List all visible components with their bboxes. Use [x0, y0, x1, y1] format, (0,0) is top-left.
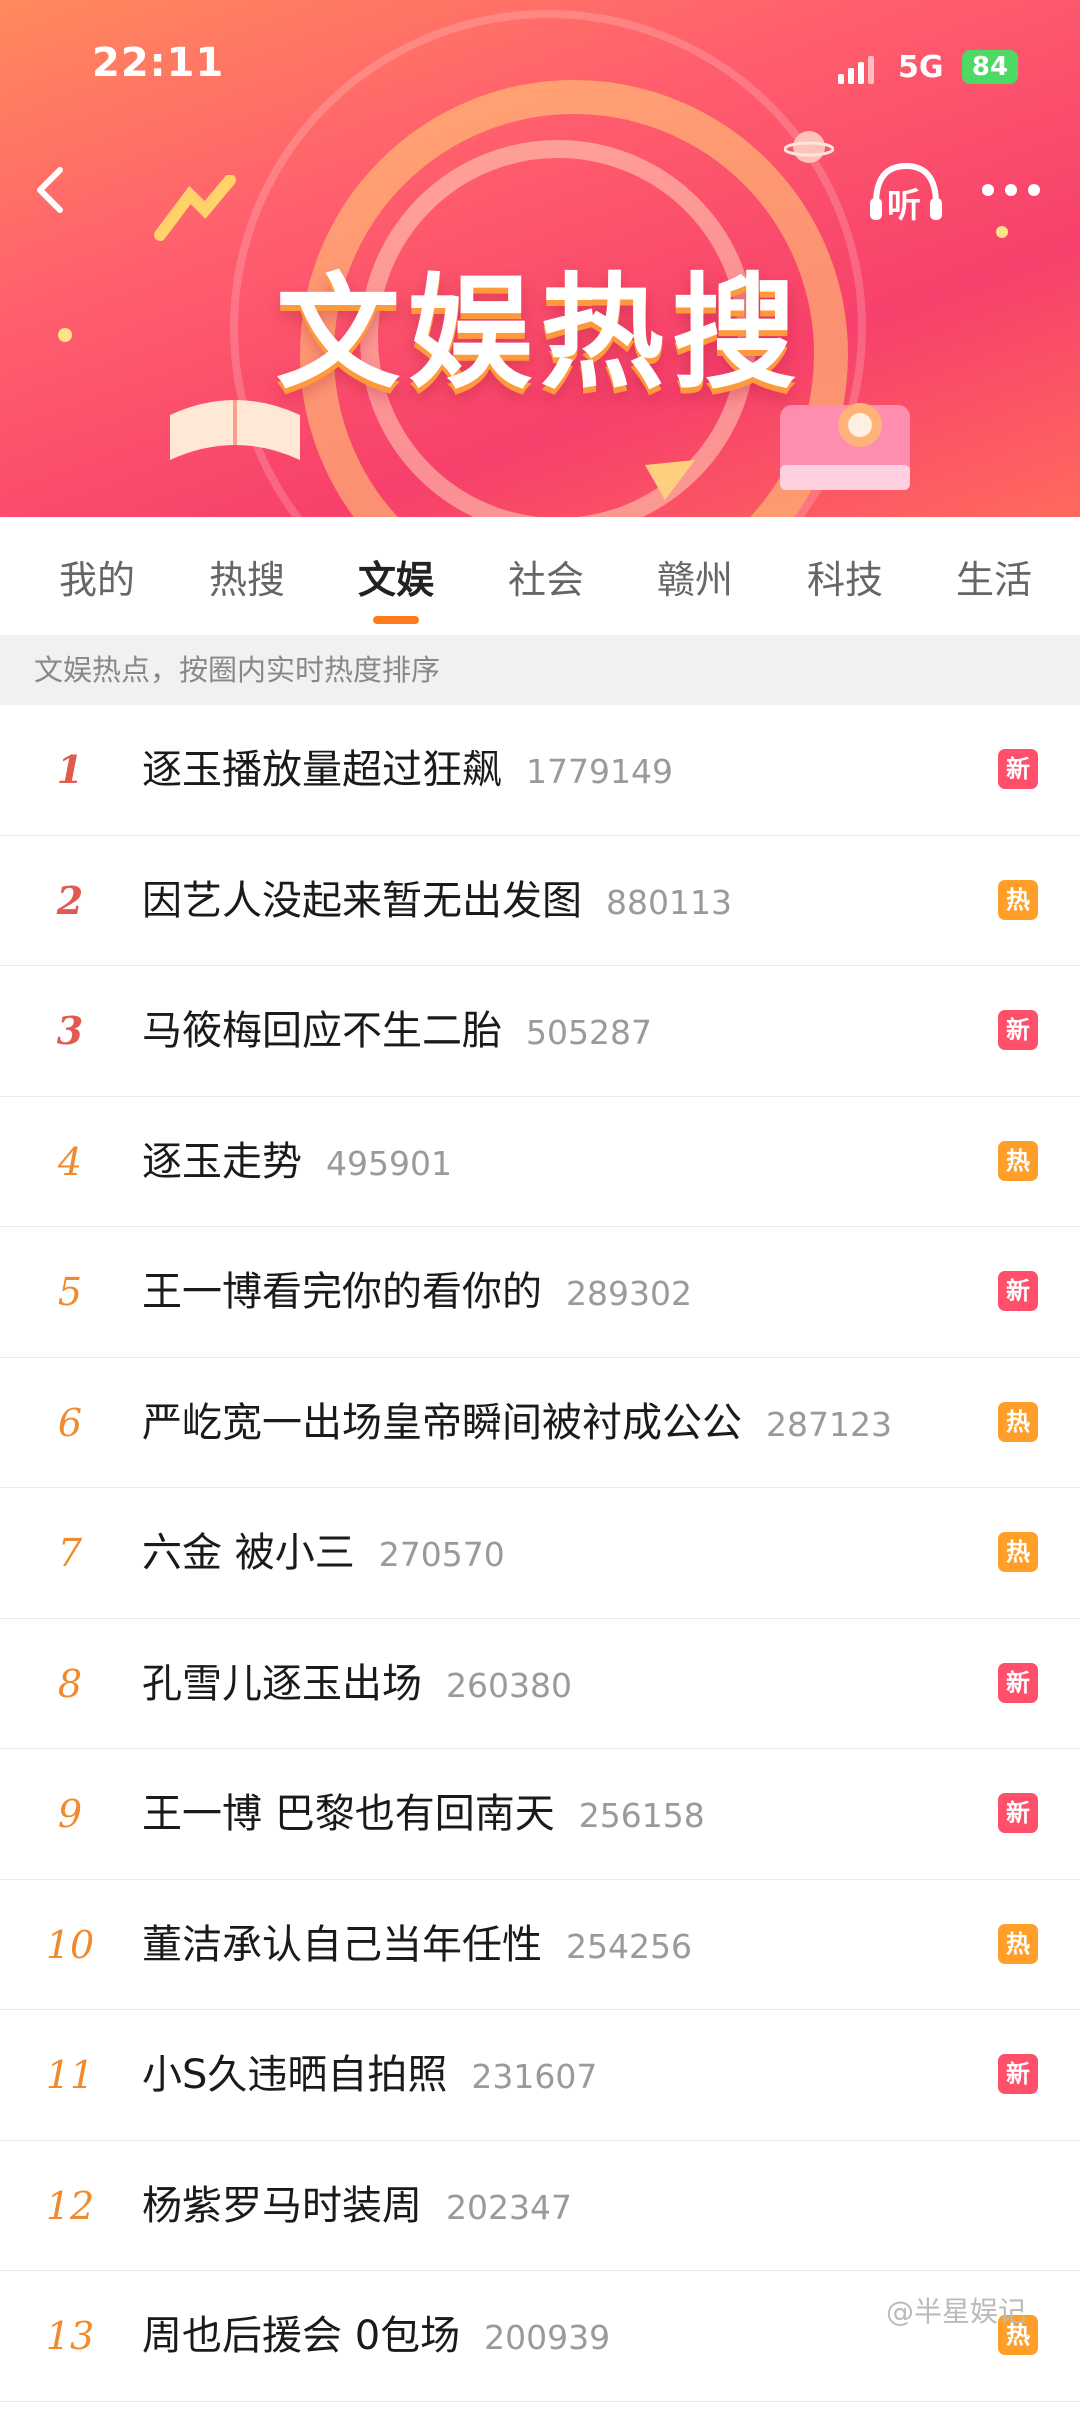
active-tab-indicator	[373, 616, 419, 624]
listen-label: 听	[887, 186, 921, 226]
list-item[interactable]: 11 小S久违晒自拍照 231607 新	[0, 2010, 1080, 2141]
more-dot-icon	[1028, 184, 1040, 196]
item-title: 严屹宽一出场皇帝瞬间被衬成公公	[142, 1399, 742, 1446]
heat-count: 256158	[578, 1796, 705, 1835]
heat-count: 505287	[526, 1013, 652, 1052]
rank-number: 12	[45, 2183, 95, 2228]
heat-count: 254256	[566, 1926, 692, 1966]
more-dot-icon	[1005, 184, 1017, 196]
list-item[interactable]: 7 六金 被小三 270570 热	[0, 1488, 1080, 1619]
rank-number: 3	[56, 1008, 84, 1053]
rank-number: 8	[57, 1661, 83, 1706]
listen-button[interactable]: 听	[866, 158, 946, 226]
battery-icon: 84	[962, 50, 1018, 84]
signal-icon	[838, 56, 874, 84]
more-dot-icon	[982, 184, 994, 196]
chevron-left-icon	[37, 167, 63, 213]
tab-hot-search[interactable]: 热搜	[192, 549, 302, 604]
new-badge: 新	[998, 1271, 1038, 1311]
status-bar: 22:11 5G 84	[0, 0, 1080, 130]
heat-count: 287123	[766, 1404, 892, 1444]
new-badge: 新	[998, 1010, 1038, 1050]
tab-ganzhou[interactable]: 赣州	[640, 549, 750, 604]
triangle-decoration	[645, 460, 695, 500]
heat-count: 260380	[446, 1665, 572, 1705]
item-title: 孔雪儿逐玉出场	[142, 1660, 422, 1707]
network-label: 5G	[898, 50, 944, 85]
tab-life[interactable]: 生活	[939, 549, 1049, 604]
hot-badge: 热	[998, 879, 1038, 920]
hot-badge: 热	[998, 1532, 1038, 1572]
list-item[interactable]: 12 杨紫罗马时装周 202347	[0, 2141, 1080, 2271]
heat-count: 200939	[484, 2318, 611, 2357]
list-item[interactable]: 8 孔雪儿逐玉出场 260380 新	[0, 1619, 1080, 1749]
item-title: 王一博看完你的看你的	[142, 1269, 542, 1315]
back-button[interactable]	[22, 160, 82, 220]
rank-number: 2	[56, 877, 84, 923]
rank-number: 1	[56, 747, 84, 792]
hot-badge: 热	[998, 1401, 1038, 1442]
rank-number: 5	[57, 1270, 83, 1314]
heat-count: 202347	[446, 2187, 572, 2227]
hot-badge: 热	[998, 1140, 1038, 1181]
rank-number: 9	[57, 1792, 83, 1836]
tab-society[interactable]: 社会	[491, 549, 601, 604]
new-badge: 新	[998, 749, 1038, 789]
hero-banner: 22:11 5G 84 听 文娱热搜	[0, 0, 1080, 517]
tab-mine[interactable]: 我的	[42, 549, 152, 604]
list-item[interactable]: 9 王一博 巴黎也有回南天 256158 新	[0, 1749, 1080, 1880]
rank-number: 6	[57, 1400, 83, 1445]
heat-count: 880113	[606, 882, 732, 922]
list-item[interactable]: 2 因艺人没起来暂无出发图 880113 热	[0, 836, 1080, 966]
tab-tech[interactable]: 科技	[790, 549, 900, 604]
item-title: 董洁承认自己当年任性	[142, 1921, 542, 1968]
watermark: @半星娱记	[886, 2295, 1027, 2328]
item-title: 杨紫罗马时装周	[142, 2182, 422, 2229]
heat-count: 270570	[378, 1535, 505, 1574]
hot-search-list: 1 逐玉播放量超过狂飙 1779149 新 2 因艺人没起来暂无出发图 880113…	[0, 705, 1080, 2402]
item-title: 小S久违晒自拍照	[142, 2052, 448, 2098]
list-item[interactable]: 4 逐玉走势 495901 热	[0, 1097, 1080, 1227]
more-options-button[interactable]	[978, 170, 1044, 210]
new-badge: 新	[998, 2054, 1038, 2094]
heat-count: 231607	[471, 2057, 598, 2096]
heat-count: 1779149	[526, 752, 673, 791]
list-item[interactable]: 1 逐玉播放量超过狂飙 1779149 新	[0, 705, 1080, 836]
list-item[interactable]: 6 严屹宽一出场皇帝瞬间被衬成公公 287123 热	[0, 1358, 1080, 1488]
status-time: 22:11	[92, 40, 225, 86]
item-title: 周也后援会 0包场	[142, 2313, 461, 2359]
banner-title: 文娱热搜	[275, 262, 804, 406]
item-title: 王一博 巴黎也有回南天	[142, 1791, 555, 1837]
list-item[interactable]: 3 马筱梅回应不生二胎 505287 新	[0, 966, 1080, 1097]
rank-number: 11	[45, 2053, 95, 2097]
item-title: 六金 被小三	[142, 1530, 355, 1576]
ranking-hint: 文娱热点，按圈内实时热度排序	[0, 635, 1080, 705]
list-item[interactable]: 10 董洁承认自己当年任性 254256 热	[0, 1880, 1080, 2010]
heat-count: 289302	[566, 1274, 692, 1313]
new-badge: 新	[998, 1662, 1038, 1703]
item-title: 逐玉走势	[142, 1138, 302, 1185]
item-title: 逐玉播放量超过狂飙	[142, 747, 502, 793]
tab-entertainment[interactable]: 文娱	[341, 549, 451, 604]
rank-number: 7	[57, 1531, 83, 1575]
list-item[interactable]: 5 王一博看完你的看你的 289302 新	[0, 1227, 1080, 1358]
rank-number: 4	[57, 1139, 83, 1184]
rank-number: 10	[45, 1922, 95, 1967]
item-title: 因艺人没起来暂无出发图	[142, 877, 582, 924]
heat-count: 495901	[326, 1143, 452, 1183]
new-badge: 新	[998, 1793, 1038, 1833]
item-title: 马筱梅回应不生二胎	[142, 1008, 502, 1054]
rank-number: 13	[45, 2314, 95, 2358]
hot-badge: 热	[998, 1923, 1038, 1964]
category-tabs: 我的 热搜 文娱 社会 赣州 科技 生活	[0, 517, 1080, 635]
